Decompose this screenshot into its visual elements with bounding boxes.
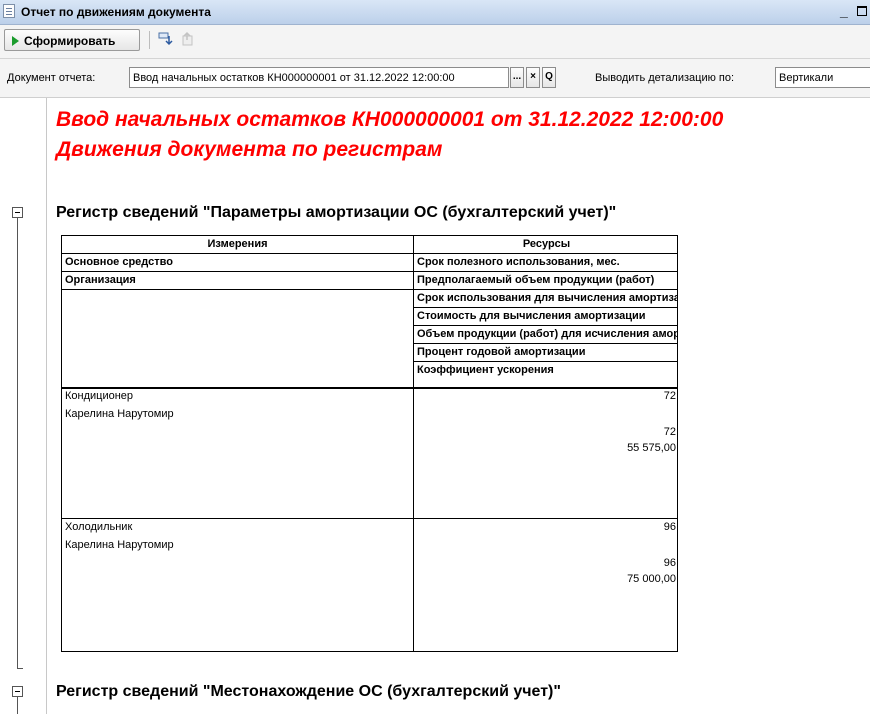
clear-button[interactable]: × [526, 67, 540, 88]
row-usage-term: 72 [663, 426, 676, 438]
row-cost: 55 575,00 [627, 442, 676, 454]
window-title: Отчет по движениям документа [21, 5, 211, 19]
header-resources: Ресурсы [522, 238, 571, 250]
resource-label: Срок использования для вычисления аморти… [417, 292, 678, 304]
register-table: Измерения Ресурсы Основное средство Орга… [61, 235, 678, 652]
row-useful-life: 72 [663, 390, 676, 402]
group-bracket-line [17, 218, 18, 668]
row-organization: Карелина Нарутомир [65, 539, 174, 551]
section-title: Регистр сведений "Местонахождение ОС (бу… [56, 683, 561, 700]
resource-label: Стоимость для вычисления амортизации [417, 310, 646, 322]
resource-label: Коэффициент ускорения [417, 364, 554, 376]
resource-label: Процент годовой амортизации [417, 346, 586, 358]
toolbar: Сформировать [0, 25, 870, 59]
row-useful-life: 96 [663, 521, 676, 533]
minimize-button[interactable]: _ [840, 3, 848, 19]
dimension-asset: Основное средство [65, 256, 173, 268]
row-asset: Кондиционер [65, 390, 134, 402]
document-label: Документ отчета: [7, 72, 96, 84]
row-cost: 75 000,00 [627, 573, 676, 585]
collapse-group-toggle[interactable] [12, 686, 23, 697]
generate-button-label: Сформировать [24, 34, 116, 48]
open-icon[interactable]: Q [542, 67, 556, 88]
report-subtitle: Движения документа по регистрам [56, 138, 443, 161]
report-title: Ввод начальных остатков КН000000001 от 3… [56, 108, 724, 131]
grouping-gutter-divider [46, 98, 47, 714]
export-icon[interactable] [180, 31, 196, 47]
window-title-bar: Отчет по движениям документа _ [0, 0, 870, 25]
parameters-panel: Документ отчета: Ввод начальных остатков… [0, 59, 870, 98]
play-icon [12, 36, 19, 46]
report-document-icon [3, 4, 15, 18]
section-title: Регистр сведений "Параметры амортизации … [56, 204, 617, 221]
resource-label: Объем продукции (работ) для исчисления а… [417, 328, 677, 340]
maximize-button[interactable] [857, 6, 867, 16]
toolbar-separator [149, 31, 150, 49]
generate-button[interactable]: Сформировать [4, 29, 140, 51]
detail-select[interactable]: Вертикали [775, 67, 870, 88]
collapse-group-toggle[interactable] [12, 207, 23, 218]
row-organization: Карелина Нарутомир [65, 408, 174, 420]
report-area[interactable]: Ввод начальных остатков КН000000001 от 3… [0, 98, 870, 714]
dimension-organization: Организация [65, 274, 136, 286]
detail-label: Выводить детализацию по: [595, 72, 735, 84]
resource-label: Срок полезного использования, мес. [417, 256, 620, 268]
settings-arrow-icon[interactable] [158, 31, 174, 47]
select-button[interactable]: ... [510, 67, 524, 88]
header-dimensions: Измерения [207, 238, 268, 250]
row-usage-term: 96 [663, 557, 676, 569]
group-bracket-end [17, 668, 23, 669]
row-asset: Холодильник [65, 521, 133, 533]
document-field[interactable]: Ввод начальных остатков КН000000001 от 3… [129, 67, 509, 88]
resource-label: Предполагаемый объем продукции (работ) [417, 274, 655, 286]
group-bracket-line [17, 697, 18, 714]
